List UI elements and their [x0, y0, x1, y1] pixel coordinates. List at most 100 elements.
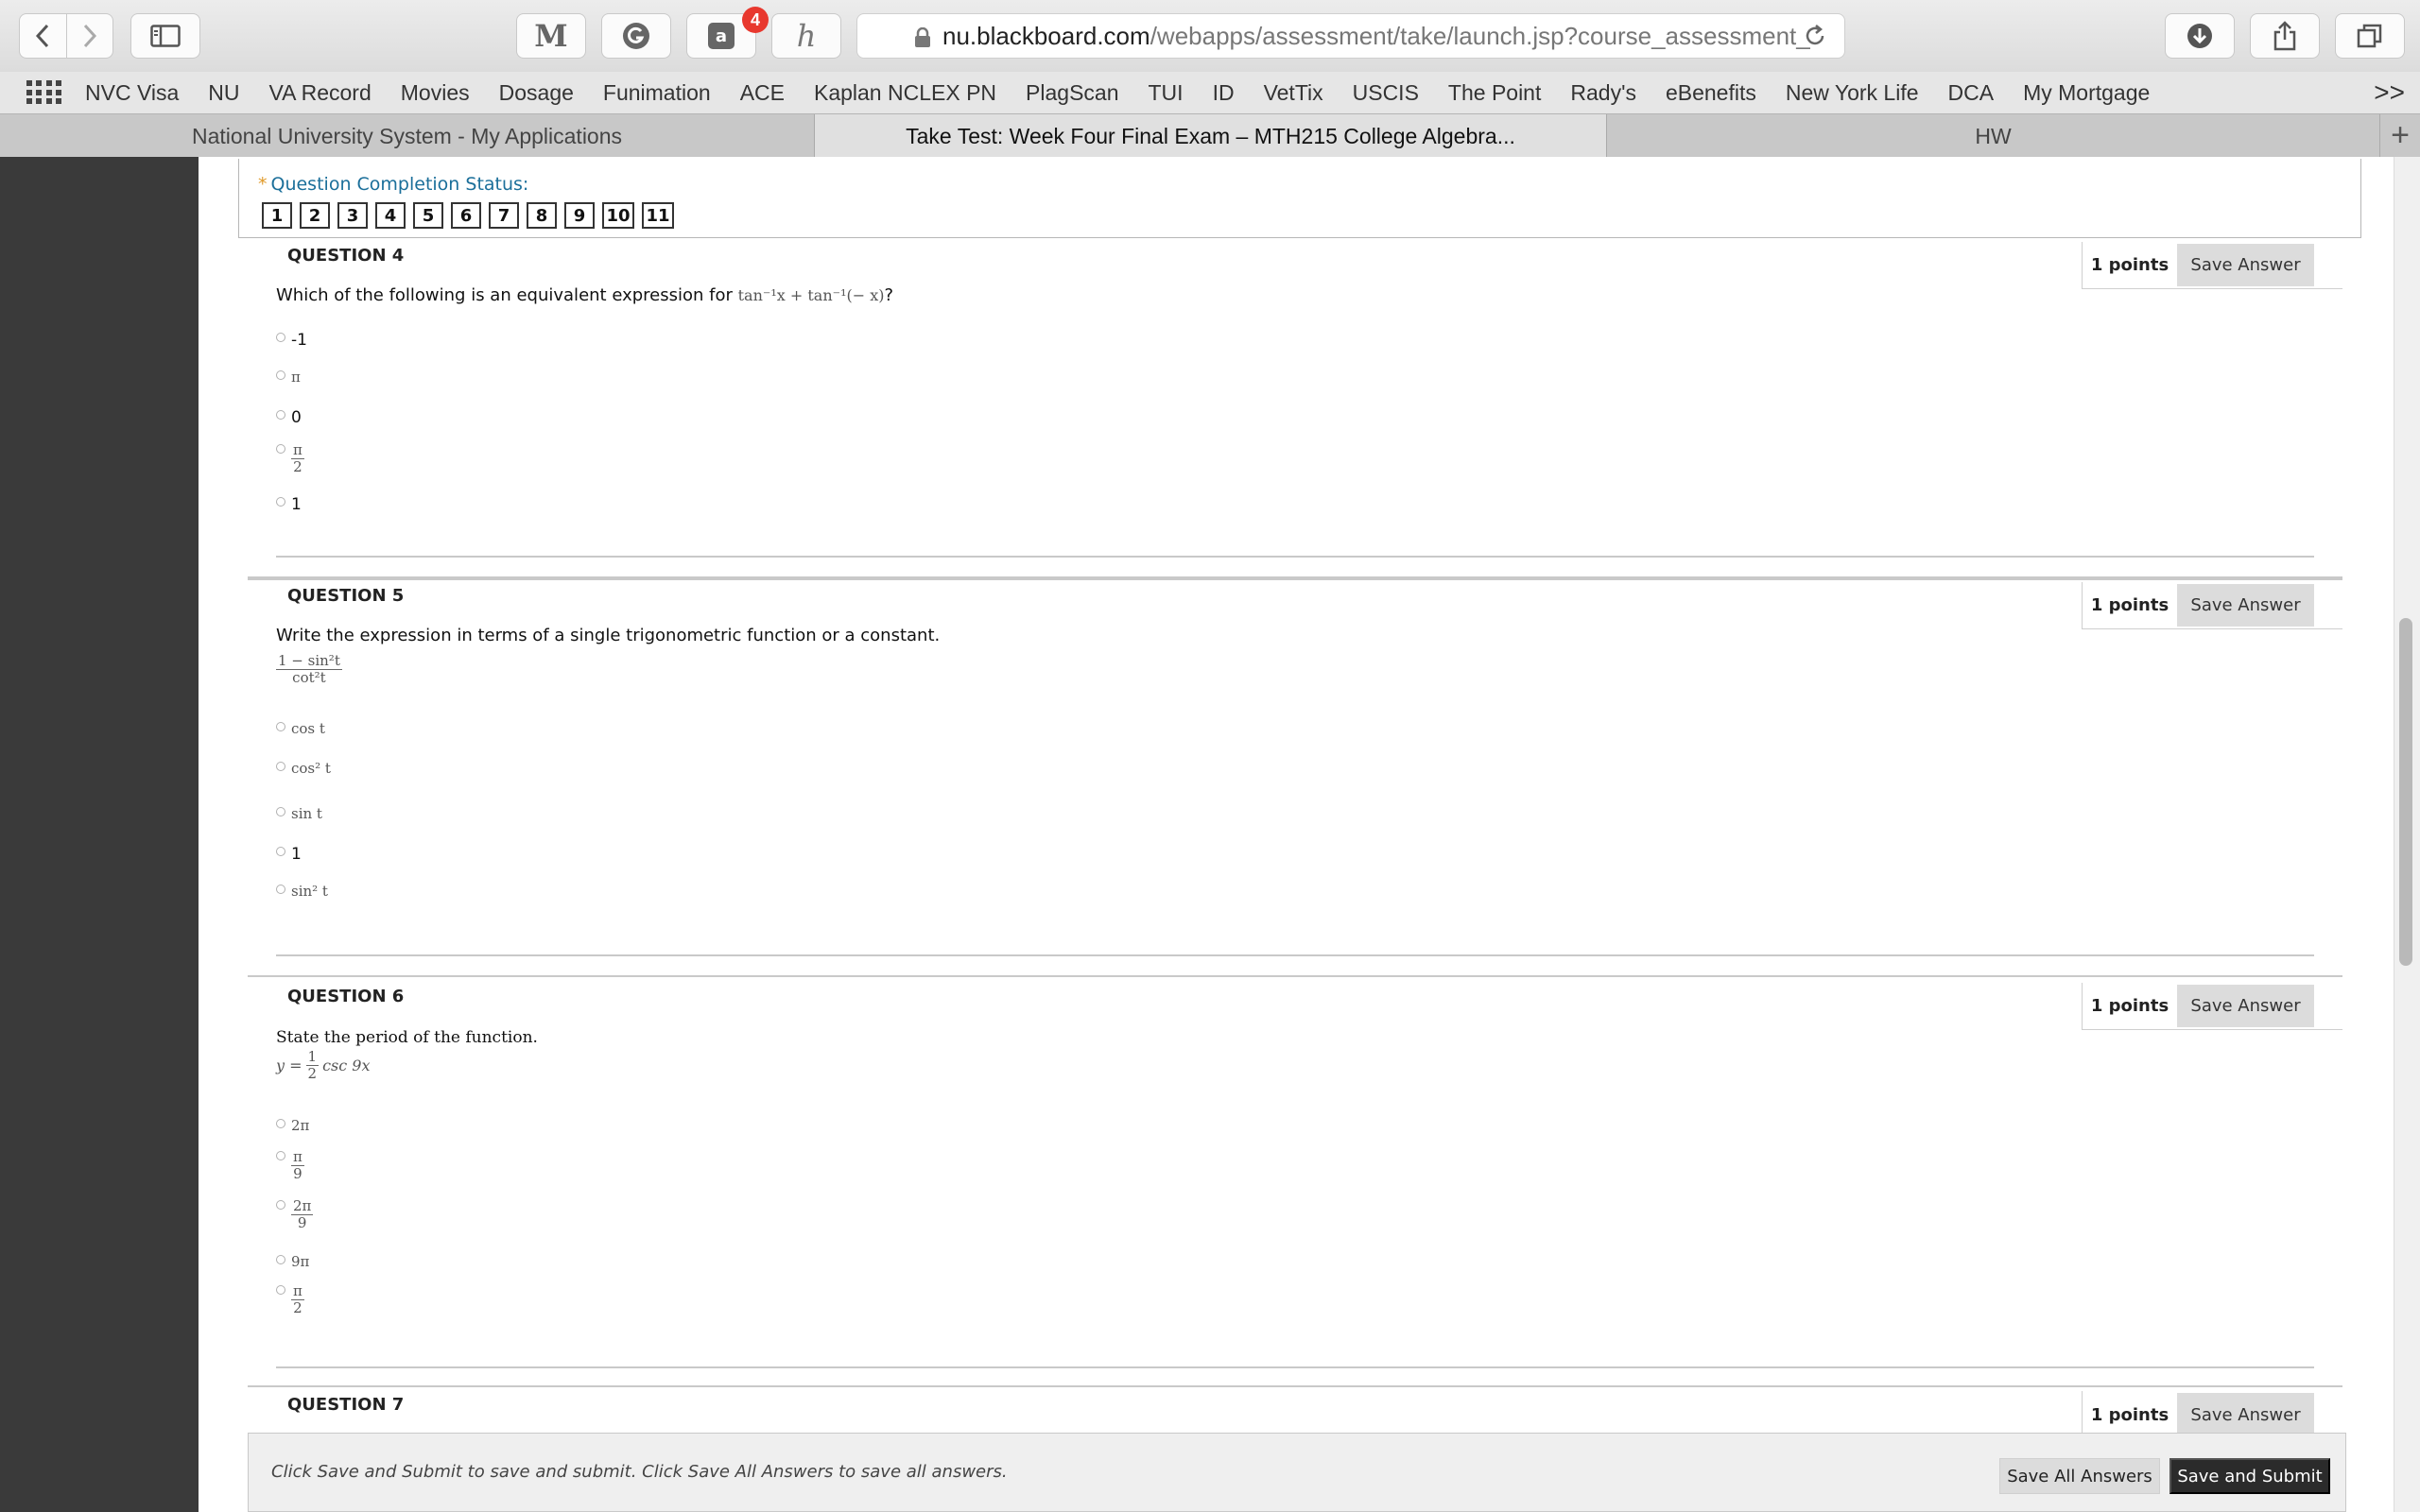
bookmark-dca[interactable]: DCA — [1948, 80, 1995, 106]
tab-take-test[interactable]: Take Test: Week Four Final Exam – MTH215… — [815, 114, 1607, 158]
tabs-overview-icon[interactable] — [2335, 13, 2405, 59]
radio-button[interactable] — [276, 1119, 285, 1128]
radio-button[interactable] — [276, 410, 285, 420]
question-nav-3[interactable]: 3 — [337, 202, 368, 229]
tab-my-applications[interactable]: National University System - My Applicat… — [0, 114, 815, 158]
bookmark-tui[interactable]: TUI — [1149, 80, 1184, 106]
answer-option[interactable]: 1 — [276, 495, 302, 514]
status-title-text: Question Completion Status: — [270, 174, 529, 195]
divider — [248, 975, 2342, 977]
radio-button[interactable] — [276, 1200, 285, 1210]
question-nav-4[interactable]: 4 — [375, 202, 406, 229]
answer-option[interactable]: π9 — [276, 1149, 304, 1182]
bookmark-ebenefits[interactable]: eBenefits — [1666, 80, 1756, 106]
fraction-denominator: 9 — [297, 1214, 307, 1231]
fraction-denominator: 9 — [293, 1165, 302, 1182]
answer-option[interactable]: -1 — [276, 331, 307, 350]
grammarly-icon[interactable] — [601, 13, 671, 59]
answer-option[interactable]: π2 — [276, 442, 304, 475]
question-navigator: 1 2 3 4 5 6 7 8 9 10 11 — [262, 202, 682, 229]
answer-option[interactable]: sin² t — [276, 883, 328, 900]
question-points: 1 points — [2090, 996, 2169, 1016]
status-title: * Question Completion Status: — [258, 174, 528, 195]
question-nav-6[interactable]: 6 — [451, 202, 481, 229]
question-nav-11[interactable]: 11 — [642, 202, 674, 229]
question-points-box: 1 points Save Answer — [2082, 582, 2342, 629]
answer-option[interactable]: π2 — [276, 1283, 304, 1316]
bookmark-ace[interactable]: ACE — [740, 80, 785, 106]
option-label: cos² t — [291, 760, 331, 777]
radio-button[interactable] — [276, 762, 285, 771]
bookmark-vettix[interactable]: VetTix — [1264, 80, 1323, 106]
fraction-numerator: π — [291, 441, 304, 459]
reload-icon[interactable] — [1803, 24, 1827, 55]
option-label: 1 — [291, 495, 302, 514]
answer-option[interactable]: π — [276, 369, 301, 386]
question-nav-7[interactable]: 7 — [489, 202, 519, 229]
radio-button[interactable] — [276, 807, 285, 816]
answer-option[interactable]: cos² t — [276, 760, 331, 777]
radio-button[interactable] — [276, 497, 285, 507]
apps-grid-icon[interactable] — [26, 80, 62, 105]
scrollbar-thumb[interactable] — [2399, 618, 2412, 966]
download-icon[interactable] — [2165, 13, 2235, 59]
save-answer-button[interactable]: Save Answer — [2177, 244, 2314, 286]
answer-option[interactable]: sin t — [276, 805, 322, 822]
question-nav-5[interactable]: 5 — [413, 202, 443, 229]
amazon-icon[interactable]: a 4 — [686, 7, 769, 59]
save-answer-button[interactable]: Save Answer — [2177, 584, 2314, 627]
bookmark-id[interactable]: ID — [1213, 80, 1235, 106]
radio-button[interactable] — [276, 1285, 285, 1295]
save-answer-button[interactable]: Save Answer — [2177, 985, 2314, 1027]
save-all-answers-button[interactable]: Save All Answers — [1999, 1458, 2160, 1494]
bookmarks-overflow-icon[interactable]: >> — [2374, 77, 2405, 108]
radio-button[interactable] — [276, 722, 285, 731]
radio-button[interactable] — [276, 885, 285, 894]
bookmark-va-record[interactable]: VA Record — [269, 80, 372, 106]
new-tab-icon[interactable]: + — [2380, 114, 2420, 157]
bookmark-nvc-visa[interactable]: NVC Visa — [85, 80, 179, 106]
bookmark-the-point[interactable]: The Point — [1448, 80, 1541, 106]
answer-option[interactable]: 9π — [276, 1253, 309, 1270]
tab-hw[interactable]: HW — [1607, 114, 2380, 158]
address-bar[interactable]: nu.blackboard.com/webapps/assessment/tak… — [856, 13, 1845, 59]
question-nav-10[interactable]: 10 — [602, 202, 634, 229]
answer-option[interactable]: cos t — [276, 720, 325, 737]
share-icon[interactable] — [2250, 13, 2320, 59]
option-label: π — [291, 369, 301, 386]
answer-option[interactable]: 2π 9 — [276, 1198, 314, 1231]
bookmark-movies[interactable]: Movies — [401, 80, 470, 106]
mendeley-icon[interactable]: M — [516, 13, 586, 59]
radio-button[interactable] — [276, 444, 285, 454]
bookmark-my-mortgage[interactable]: My Mortgage — [2023, 80, 2150, 106]
question-nav-8[interactable]: 8 — [527, 202, 557, 229]
question-nav-2[interactable]: 2 — [300, 202, 330, 229]
bookmark-dosage[interactable]: Dosage — [499, 80, 574, 106]
test-content: * Question Completion Status: 1 2 3 4 5 6… — [199, 157, 2394, 1512]
save-and-submit-button[interactable]: Save and Submit — [2169, 1458, 2330, 1494]
answer-option[interactable]: 1 — [276, 845, 302, 864]
save-answer-button[interactable]: Save Answer — [2177, 1393, 2314, 1436]
bookmark-kaplan[interactable]: Kaplan NCLEX PN — [814, 80, 996, 106]
honey-icon[interactable]: ℎ — [771, 13, 841, 59]
bookmark-radys[interactable]: Rady's — [1570, 80, 1636, 106]
bookmark-uscis[interactable]: USCIS — [1353, 80, 1419, 106]
bookmark-funimation[interactable]: Funimation — [603, 80, 711, 106]
radio-button[interactable] — [276, 847, 285, 856]
question-nav-9[interactable]: 9 — [564, 202, 595, 229]
radio-button[interactable] — [276, 333, 285, 342]
answer-option[interactable]: 2π — [276, 1117, 309, 1134]
option-label: 1 — [291, 845, 302, 864]
question-nav-1[interactable]: 1 — [262, 202, 292, 229]
radio-button[interactable] — [276, 370, 285, 380]
question-prompt: State the period of the function. — [276, 1028, 538, 1047]
radio-button[interactable] — [276, 1255, 285, 1264]
bookmark-nu[interactable]: NU — [208, 80, 239, 106]
bookmark-new-york-life[interactable]: New York Life — [1786, 80, 1919, 106]
bookmark-plagscan[interactable]: PlagScan — [1026, 80, 1118, 106]
back-icon[interactable] — [20, 14, 66, 58]
radio-button[interactable] — [276, 1151, 285, 1160]
sidebar-icon[interactable] — [130, 13, 200, 59]
answer-option[interactable]: 0 — [276, 408, 302, 427]
forward-icon[interactable] — [65, 14, 113, 58]
